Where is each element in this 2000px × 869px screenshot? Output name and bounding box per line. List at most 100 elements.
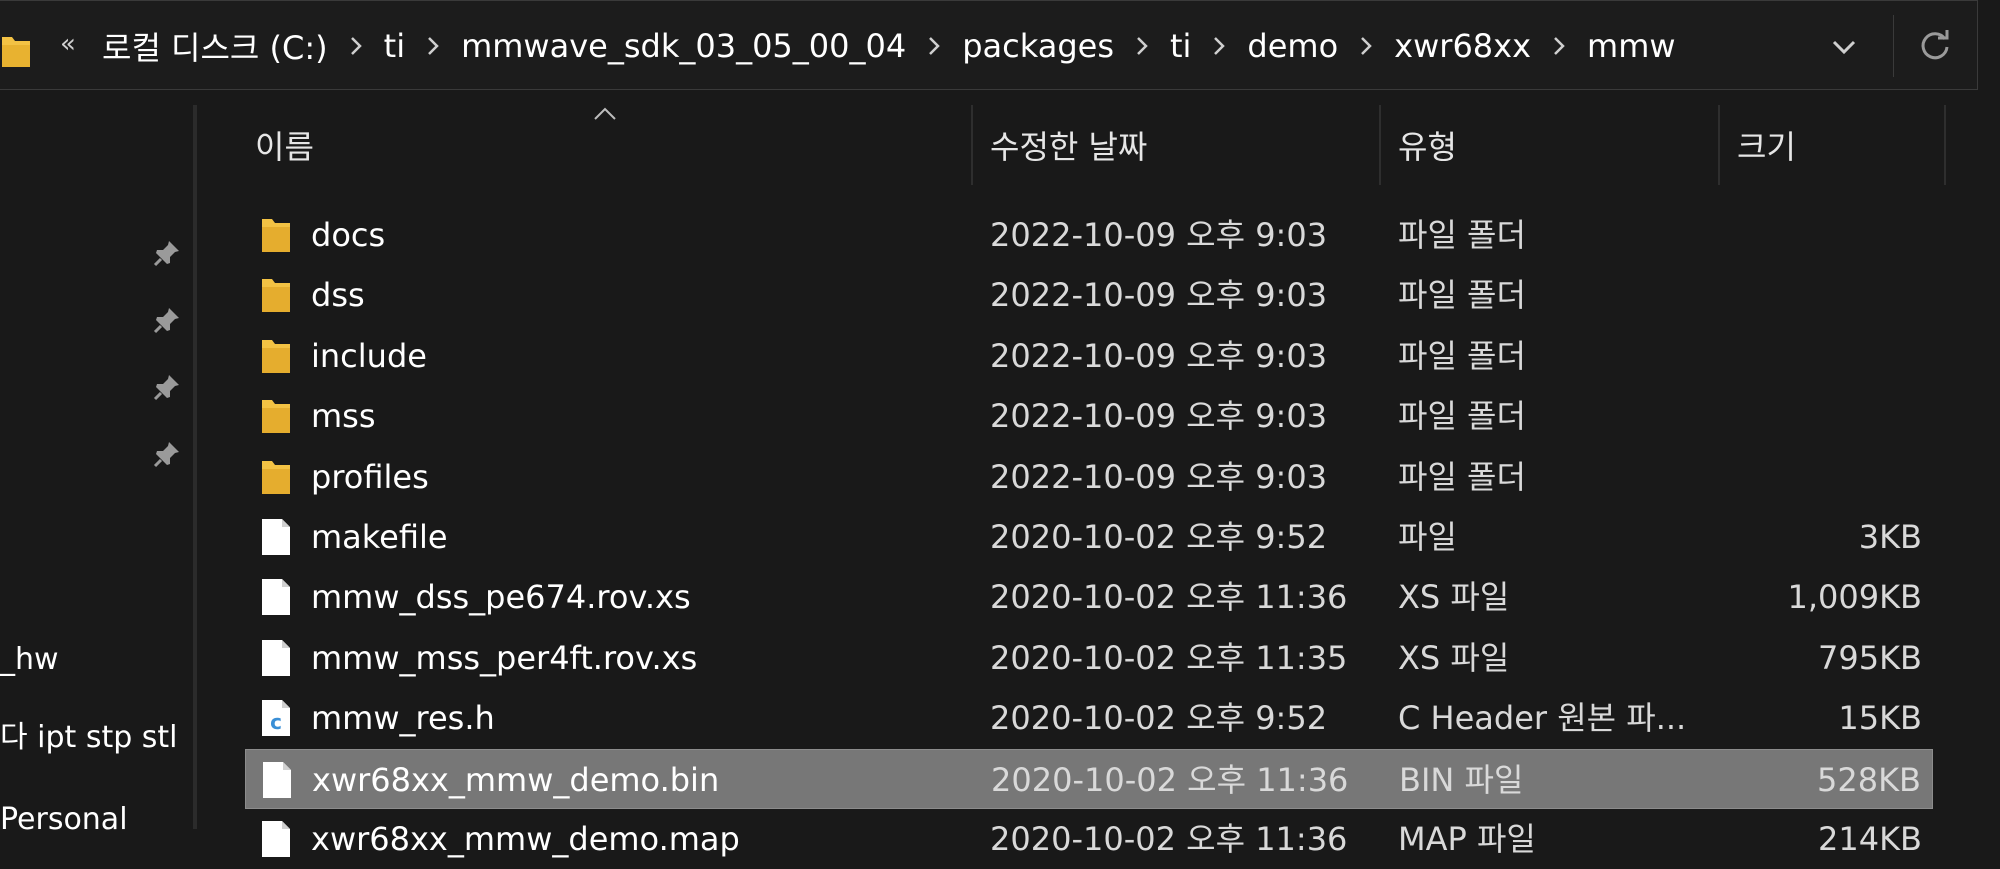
folder-icon bbox=[260, 458, 292, 496]
table-row[interactable]: mmw_mss_per4ft.rov.xs 2020-10-02 오후 11:35… bbox=[245, 628, 1933, 688]
table-row[interactable]: dss 2022-10-09 오후 9:03 파일 폴더 bbox=[245, 265, 1933, 325]
breadcrumb-item-ti-2[interactable]: ti bbox=[1156, 27, 1205, 65]
file-icon bbox=[260, 578, 292, 616]
chevron-right-icon[interactable] bbox=[1545, 32, 1573, 60]
file-size: 3KB bbox=[1858, 518, 1922, 556]
chevron-right-icon[interactable] bbox=[1352, 32, 1380, 60]
table-row[interactable]: profiles 2022-10-09 오후 9:03 파일 폴더 bbox=[245, 447, 1933, 507]
file-modified-date: 2020-10-02 오후 9:52 bbox=[990, 518, 1328, 556]
column-header-type-label: 유형 bbox=[1398, 128, 1457, 166]
column-divider[interactable] bbox=[1379, 105, 1381, 185]
file-name[interactable]: makefile bbox=[311, 507, 448, 567]
address-bar[interactable]: « 로컬 디스크 (C:) ti mmwave_sdk_03_05_00_04 … bbox=[0, 0, 1978, 90]
table-row[interactable]: mmw_dss_pe674.rov.xs 2020-10-02 오후 11:36 X… bbox=[245, 567, 1933, 627]
column-header-name-label: 이름 bbox=[255, 128, 314, 166]
column-header-date-label: 수정한 날짜 bbox=[990, 128, 1148, 166]
folder-icon bbox=[2, 33, 30, 67]
column-header-size-label: 크기 bbox=[1737, 128, 1796, 166]
breadcrumb-item-demo[interactable]: demo bbox=[1233, 27, 1352, 65]
breadcrumb-item-xwr68xx[interactable]: xwr68xx bbox=[1380, 27, 1545, 65]
chevron-right-icon[interactable] bbox=[1128, 32, 1156, 60]
nav-item-hw[interactable]: _hw bbox=[0, 642, 59, 677]
file-type: 파일 폴더 bbox=[1398, 216, 1526, 254]
table-row[interactable]: xwr68xx_mmw_demo.bin 2020-10-02 오후 11:36 B… bbox=[245, 748, 1933, 810]
navigation-pane: _hw 다 ipt stp stl Personal bbox=[0, 90, 193, 837]
breadcrumb-item-packages[interactable]: packages bbox=[948, 27, 1128, 65]
file-modified-date: 2020-10-02 오후 11:36 bbox=[990, 578, 1348, 617]
table-row[interactable]: include 2022-10-09 오후 9:03 파일 폴더 bbox=[245, 326, 1933, 386]
file-size: 214KB bbox=[1817, 820, 1922, 858]
folder-icon bbox=[260, 337, 292, 375]
svg-text:c: c bbox=[270, 710, 282, 734]
file-name[interactable]: profiles bbox=[311, 447, 429, 507]
file-size: 528KB bbox=[1816, 760, 1921, 799]
file-type: MAP 파일 bbox=[1398, 820, 1536, 858]
file-name[interactable]: mss bbox=[311, 386, 376, 446]
file-modified-date: 2020-10-02 오후 9:52 bbox=[990, 699, 1328, 738]
chevron-right-icon[interactable] bbox=[1205, 32, 1233, 60]
file-name[interactable]: mmw_mss_per4ft.rov.xs bbox=[311, 628, 697, 688]
pin-icon[interactable] bbox=[152, 439, 182, 469]
file-modified-date: 2020-10-02 오후 11:36 bbox=[991, 760, 1349, 799]
nav-item-ipt-stp-stl[interactable]: 다 ipt stp stl bbox=[0, 712, 178, 756]
file-type: BIN 파일 bbox=[1399, 760, 1524, 799]
folder-icon bbox=[260, 216, 292, 254]
nav-item-personal[interactable]: Personal bbox=[0, 802, 128, 837]
breadcrumb-item-mmw[interactable]: mmw bbox=[1573, 27, 1690, 65]
table-row[interactable]: docs 2022-10-09 오후 9:03 파일 폴더 bbox=[245, 205, 1933, 265]
c-header-icon: c bbox=[260, 699, 292, 737]
chevron-right-icon[interactable] bbox=[920, 32, 948, 60]
column-header-size[interactable]: 크기 bbox=[1737, 105, 1937, 185]
file-size: 15KB bbox=[1838, 699, 1922, 738]
file-name[interactable]: docs bbox=[311, 205, 385, 265]
table-row[interactable]: mss 2022-10-09 오후 9:03 파일 폴더 bbox=[245, 386, 1933, 446]
file-icon bbox=[260, 639, 292, 677]
refresh-icon[interactable] bbox=[1916, 27, 1954, 65]
file-modified-date: 2022-10-09 오후 9:03 bbox=[990, 276, 1328, 315]
column-header-date[interactable]: 수정한 날짜 bbox=[990, 105, 1380, 185]
file-modified-date: 2022-10-09 오후 9:03 bbox=[990, 336, 1328, 375]
file-name[interactable]: xwr68xx_mmw_demo.map bbox=[311, 809, 740, 869]
file-icon bbox=[261, 761, 293, 799]
file-type: 파일 폴더 bbox=[1398, 397, 1526, 436]
chevron-right-icon[interactable] bbox=[419, 32, 447, 60]
navigation-pane-scrollbar[interactable] bbox=[193, 105, 197, 829]
breadcrumb-item-local-disk[interactable]: 로컬 디스크 (C:) bbox=[88, 23, 342, 69]
breadcrumb: 로컬 디스크 (C:) ti mmwave_sdk_03_05_00_04 pa… bbox=[88, 1, 1690, 91]
table-row[interactable]: makefile 2020-10-02 오후 9:52 파일 3KB bbox=[245, 507, 1933, 567]
table-row[interactable]: xwr68xx_mmw_demo.map 2020-10-02 오후 11:36 M… bbox=[245, 809, 1933, 869]
pin-icon[interactable] bbox=[152, 305, 182, 335]
file-type: 파일 폴더 bbox=[1398, 276, 1526, 315]
breadcrumb-overflow-button[interactable]: « bbox=[60, 29, 76, 59]
file-name[interactable]: include bbox=[311, 326, 427, 386]
chevron-right-icon[interactable] bbox=[342, 32, 370, 60]
file-name[interactable]: xwr68xx_mmw_demo.bin bbox=[312, 750, 719, 810]
pin-icon[interactable] bbox=[152, 372, 182, 402]
file-type: XS 파일 bbox=[1398, 578, 1510, 617]
column-divider[interactable] bbox=[1718, 105, 1720, 185]
column-divider[interactable] bbox=[1944, 105, 1946, 185]
file-type: 파일 폴더 bbox=[1398, 336, 1526, 375]
chevron-down-icon[interactable] bbox=[1826, 29, 1862, 65]
file-type: 파일 bbox=[1398, 518, 1457, 556]
table-row[interactable]: c mmw_res.h 2020-10-02 오후 9:52 C Header 원본 … bbox=[245, 688, 1933, 748]
file-name[interactable]: dss bbox=[311, 265, 365, 325]
file-name[interactable]: mmw_res.h bbox=[311, 688, 495, 748]
file-name[interactable]: mmw_dss_pe674.rov.xs bbox=[311, 567, 691, 627]
column-header-type[interactable]: 유형 bbox=[1398, 105, 1718, 185]
column-header-row: 이름 수정한 날짜 유형 크기 bbox=[197, 105, 2000, 185]
file-type: XS 파일 bbox=[1398, 638, 1510, 677]
file-modified-date: 2020-10-02 오후 11:35 bbox=[990, 638, 1348, 677]
address-bar-divider bbox=[1893, 15, 1894, 77]
breadcrumb-item-mmwave-sdk[interactable]: mmwave_sdk_03_05_00_04 bbox=[447, 27, 920, 65]
file-type: C Header 원본 파... bbox=[1398, 699, 1687, 738]
folder-icon bbox=[260, 397, 292, 435]
folder-icon bbox=[260, 276, 292, 314]
file-size: 795KB bbox=[1817, 638, 1922, 677]
pin-icon[interactable] bbox=[152, 238, 182, 268]
column-divider[interactable] bbox=[971, 105, 973, 185]
file-modified-date: 2022-10-09 오후 9:03 bbox=[990, 397, 1328, 436]
file-type: 파일 폴더 bbox=[1398, 457, 1526, 496]
file-icon bbox=[260, 820, 292, 858]
breadcrumb-item-ti[interactable]: ti bbox=[370, 27, 419, 65]
